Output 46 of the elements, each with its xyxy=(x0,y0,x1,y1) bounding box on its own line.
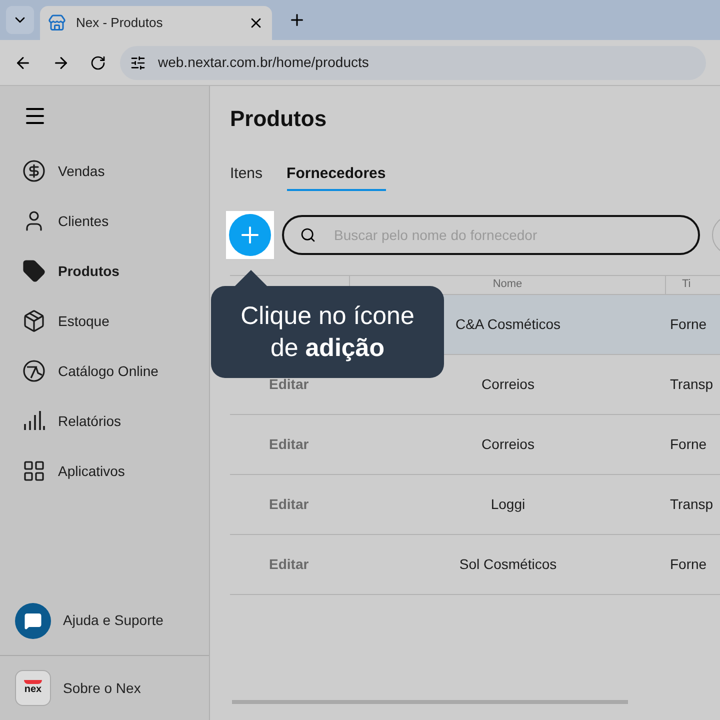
reload-icon[interactable] xyxy=(90,54,106,70)
table-row[interactable]: Editar Correios Forne xyxy=(230,414,720,474)
search-icon xyxy=(300,226,316,242)
table-cell: Forne xyxy=(670,316,707,332)
sidebar-item[interactable]: Vendas xyxy=(0,146,209,196)
table-cell-text: Correios xyxy=(482,374,534,394)
tab-list-button[interactable] xyxy=(6,6,34,34)
page-title: Produtos xyxy=(230,105,327,133)
store-icon xyxy=(48,14,66,32)
sidebar-item[interactable]: Aplicativos xyxy=(0,446,209,496)
tab[interactable]: Fornecedores xyxy=(286,163,386,190)
table-cell-text: Sol Cosméticos xyxy=(459,554,557,574)
chat-icon xyxy=(15,602,51,638)
help-item[interactable]: Ajuda e Suporte xyxy=(0,586,209,656)
address-bar[interactable]: web.nextar.com.br/home/products xyxy=(120,46,706,80)
sidebar-item[interactable]: Catálogo Online xyxy=(0,346,209,396)
table-row[interactable]: Editar Sol Cosméticos Forne xyxy=(230,534,720,594)
nex-logo: nex xyxy=(15,670,51,706)
sidebar-item[interactable]: Relatórios xyxy=(0,396,209,446)
sidebar-item[interactable]: Produtos xyxy=(0,246,209,296)
tab[interactable]: Itens xyxy=(230,163,263,190)
grid-icon xyxy=(22,459,46,483)
new-tab-icon[interactable] xyxy=(288,11,306,29)
table-cell: Forne xyxy=(670,556,707,572)
table-row[interactable]: Editar Loggi Transp xyxy=(230,474,720,534)
table-cell-text: Loggi xyxy=(490,494,526,514)
site-settings-icon[interactable] xyxy=(130,54,146,70)
sidebar-item[interactable]: Clientes xyxy=(0,196,209,246)
table-cell-text: Correios xyxy=(482,434,534,454)
table-cell-text: C&A Cosméticos xyxy=(455,314,561,334)
dollar-icon xyxy=(22,159,46,183)
tooltip: Clique no ícone de adição xyxy=(211,286,444,378)
url-text: web.nextar.com.br/home/products xyxy=(158,53,369,72)
sidebar-item[interactable]: Estoque xyxy=(0,296,209,346)
about-item[interactable]: nex Sobre o Nex xyxy=(0,656,209,720)
box-icon xyxy=(22,309,46,333)
table-cell: Transp xyxy=(670,496,714,512)
catalog-icon xyxy=(22,359,46,383)
table-cell: Transp xyxy=(670,376,714,392)
browser-tab[interactable]: Nex - Produtos xyxy=(40,6,272,40)
add-button[interactable] xyxy=(229,214,271,256)
column-header: Ti xyxy=(681,277,692,292)
tab-title: Nex - Produtos xyxy=(76,14,164,32)
tag-icon xyxy=(22,259,46,283)
bar-chart-icon xyxy=(22,409,46,433)
table-cell: Forne xyxy=(670,436,707,452)
